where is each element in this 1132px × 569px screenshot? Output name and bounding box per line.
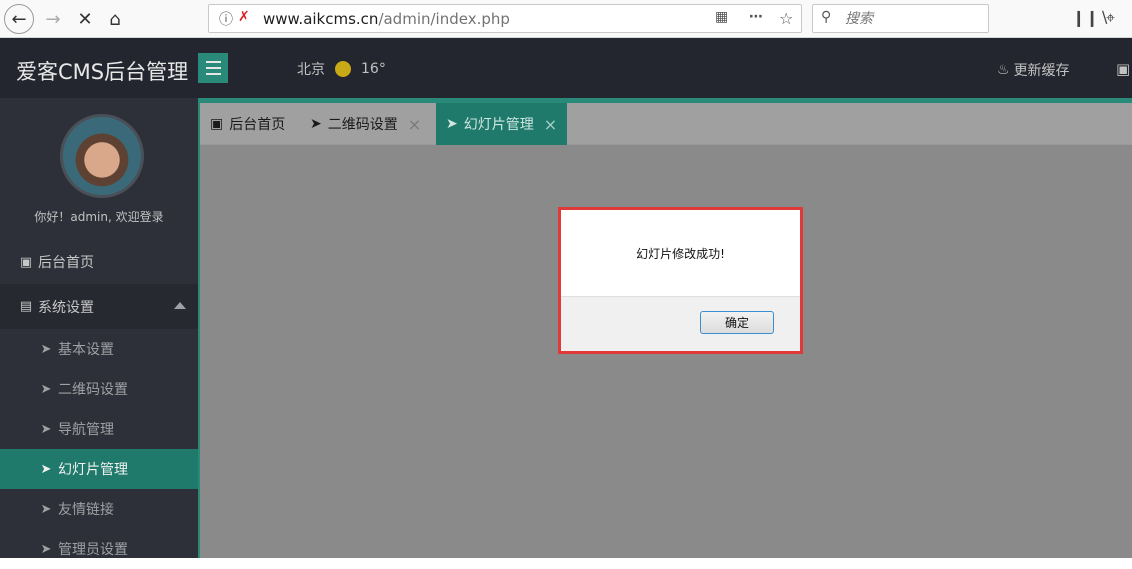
sidebar-item-label: 幻灯片管理 (58, 462, 128, 478)
send-icon: ➤ (446, 116, 458, 132)
ok-button[interactable]: 确定 (700, 311, 774, 334)
sidebar-item-navigation[interactable]: ➤ 导航管理 (0, 409, 198, 449)
dialog-message: 幻灯片修改成功! (636, 246, 725, 261)
monitor-icon: ▣ (19, 254, 33, 270)
app-header: 爱客CMS后台管理 北京 16° ♨ 更新缓存 ▣ (0, 38, 1132, 98)
send-icon: ➤ (40, 381, 52, 397)
send-icon: ➤ (310, 116, 322, 132)
sidebar-item-home[interactable]: ▣ 后台首页 (0, 242, 198, 282)
avatar[interactable] (60, 114, 144, 198)
sidebar-item-slides[interactable]: ➤ 幻灯片管理 (0, 449, 198, 489)
forward-icon[interactable]: → (38, 4, 68, 34)
sidebar-item-label: 二维码设置 (58, 382, 128, 398)
sidebar-item-label: 友情链接 (58, 502, 114, 518)
close-icon[interactable]: × (544, 115, 557, 134)
tab-home[interactable]: ▣ 后台首页 (200, 103, 295, 145)
send-icon: ➤ (40, 541, 52, 557)
sidebar-item-label: 导航管理 (58, 422, 114, 438)
send-icon: ➤ (40, 341, 52, 357)
sidebar-item-basic-settings[interactable]: ➤ 基本设置 (0, 329, 198, 369)
refresh-cache-label: 更新缓存 (1013, 63, 1070, 79)
sidebar-item-links[interactable]: ➤ 友情链接 (0, 489, 198, 529)
weather-widget: 北京 16° (297, 59, 386, 79)
tab-label: 后台首页 (229, 117, 286, 133)
send-icon: ➤ (40, 421, 52, 437)
menu-toggle-button[interactable] (198, 53, 228, 83)
refresh-cache-button[interactable]: ♨ 更新缓存 (997, 60, 1070, 80)
info-icon[interactable]: ⓘ (219, 9, 233, 29)
star-icon[interactable]: ☆ (779, 9, 793, 28)
sidebar-item-label: 后台首页 (38, 255, 94, 271)
monitor-icon: ▣ (210, 116, 224, 132)
monitor-icon[interactable]: ▣ (1116, 60, 1130, 78)
tab-slides[interactable]: ➤ 幻灯片管理 × (436, 103, 568, 145)
search-input[interactable] (843, 9, 983, 28)
insecure-icon[interactable]: ✗ (238, 9, 250, 25)
close-icon[interactable]: × (408, 115, 421, 134)
send-icon: ➤ (40, 501, 52, 517)
tab-bar: ▣ 后台首页 ➤ 二维码设置 × ➤ 幻灯片管理 × (200, 103, 1132, 145)
sidebar-item-label: 基本设置 (58, 342, 114, 358)
sidebar-group-system-settings[interactable]: ▤ 系统设置 (0, 284, 198, 329)
sidebar-item-label: 管理员设置 (58, 542, 128, 558)
sidebar-item-admins[interactable]: ➤ 管理员设置 (0, 529, 198, 569)
qr-icon[interactable]: ▦ (715, 9, 728, 25)
caret-up-icon (174, 302, 186, 309)
search-icon: ⚲ (821, 9, 832, 25)
tab-label: 幻灯片管理 (463, 117, 534, 133)
tab-label: 二维码设置 (327, 117, 398, 133)
alert-dialog: 幻灯片修改成功! 确定 (561, 210, 800, 351)
tab-qrcode-settings[interactable]: ➤ 二维码设置 × (300, 103, 431, 145)
weather-city: 北京 (297, 62, 325, 78)
droplet-icon: ♨ (997, 62, 1010, 78)
back-icon[interactable]: ← (4, 4, 34, 34)
url-text[interactable]: www.aikcms.cn/admin/index.php (263, 10, 510, 28)
more-icon[interactable]: ⋯ (749, 9, 763, 25)
crop-icon[interactable]: ⌖ (1106, 8, 1115, 28)
search-box[interactable]: ⚲ (812, 4, 989, 33)
browser-toolbar: ← → ✕ ⌂ ⓘ ✗ www.aikcms.cn/admin/index.ph… (0, 0, 1132, 38)
welcome-text: 你好！admin, 欢迎登录 (34, 210, 164, 224)
url-bar[interactable]: ⓘ ✗ www.aikcms.cn/admin/index.php ▦ ⋯ ☆ (208, 4, 802, 33)
sidebar-item-qrcode-settings[interactable]: ➤ 二维码设置 (0, 369, 198, 409)
settings-icon: ▤ (19, 299, 33, 314)
send-icon: ➤ (40, 461, 52, 477)
weather-temp: 16° (361, 61, 386, 77)
home-icon[interactable]: ⌂ (100, 4, 130, 34)
sidebar: 你好！admin, 欢迎登录 ▣ 后台首页 ▤ 系统设置 ➤ 基本设置 ➤ 二维… (0, 98, 198, 558)
sun-icon (335, 61, 351, 77)
stop-icon[interactable]: ✕ (70, 4, 100, 34)
sidebar-item-label: 系统设置 (38, 299, 94, 316)
dialog-footer: 确定 (561, 296, 800, 351)
library-icon[interactable]: ❙❙∖ (1072, 8, 1109, 27)
app-title: 爱客CMS后台管理 (16, 60, 189, 84)
